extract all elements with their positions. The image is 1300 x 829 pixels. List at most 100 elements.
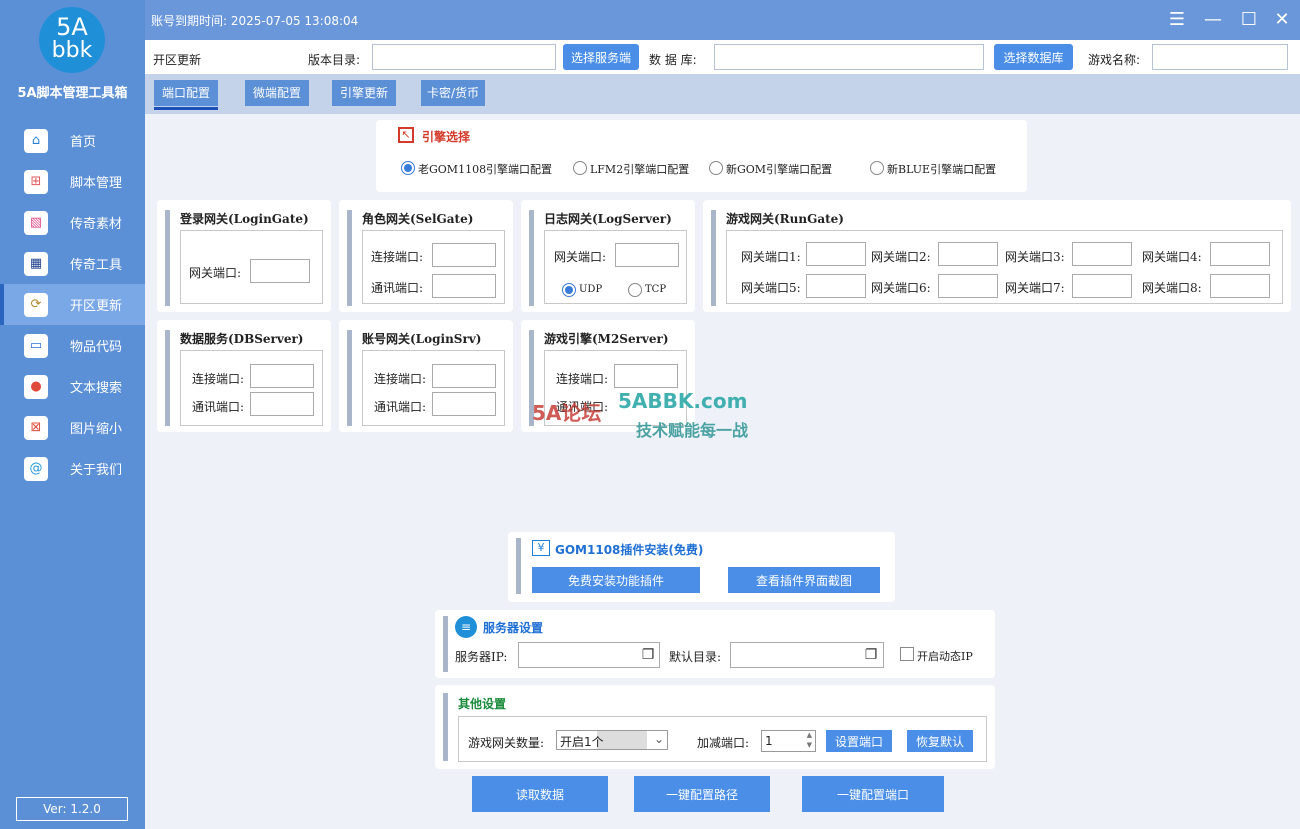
log-server-title: 日志网关(LogServer) bbox=[544, 212, 672, 226]
game-name-input[interactable] bbox=[1152, 44, 1288, 70]
login-gate-port-input[interactable] bbox=[250, 259, 310, 283]
sidebar-item-label: 脚本管理 bbox=[70, 176, 123, 191]
database-input[interactable] bbox=[714, 44, 984, 70]
sel-gate-connect-input[interactable] bbox=[432, 243, 496, 267]
watermark-site: 5ABBK.com bbox=[618, 389, 748, 413]
connect-port-label: 连接端口: bbox=[374, 372, 427, 386]
sidebar-item-image-shrink[interactable]: ⊠ 图片缩小 bbox=[0, 407, 145, 448]
monitor-icon: ▭ bbox=[24, 333, 48, 358]
server-ip-input[interactable] bbox=[518, 642, 660, 668]
logo-text-top: 5A bbox=[56, 13, 88, 41]
copy-icon[interactable]: ❐ bbox=[863, 647, 879, 663]
restore-default-button[interactable]: 恢复默认 bbox=[907, 730, 973, 752]
version-dir-input[interactable] bbox=[372, 44, 556, 70]
engine-option-label: 新GOM引擎端口配置 bbox=[726, 163, 833, 176]
search-icon: ● bbox=[24, 374, 48, 399]
run-gate-port-label-1: 网关端口1: bbox=[741, 250, 801, 264]
title-bar: 账号到期时间: 2025-07-05 13:08:04 ☰ — ☐ ✕ bbox=[145, 0, 1300, 40]
udp-label: UDP bbox=[579, 284, 603, 295]
udp-radio[interactable] bbox=[562, 283, 576, 297]
run-gate-title: 游戏网关(RunGate) bbox=[726, 212, 844, 226]
section-label: 开区更新 bbox=[153, 53, 202, 67]
db-server-connect-input[interactable] bbox=[250, 364, 314, 388]
tcp-label: TCP bbox=[645, 284, 667, 295]
engine-select-card: ↖ 引擎选择 老GOM1108引擎端口配置 LFM2引擎端口配置 新GOM引擎端… bbox=[376, 120, 1027, 192]
db-server-card: 数据服务(DBServer) 连接端口: 通讯端口: bbox=[157, 320, 331, 432]
set-port-button[interactable]: 设置端口 bbox=[826, 730, 892, 752]
sidebar-item-scripts[interactable]: ⊞ 脚本管理 bbox=[0, 161, 145, 202]
run-gate-box: 网关端口1: 网关端口2: 网关端口3: 网关端口4: 网关端口5: 网关端口6… bbox=[726, 230, 1283, 304]
log-server-box: 网关端口: UDP TCP bbox=[544, 230, 687, 304]
tab-microclient-config[interactable]: 微端配置 bbox=[245, 80, 309, 106]
gate-count-value: 开启1个 bbox=[560, 735, 604, 749]
log-server-port-input[interactable] bbox=[615, 243, 679, 267]
engine-option-label: LFM2引擎端口配置 bbox=[590, 163, 690, 176]
run-gate-port-8-input[interactable] bbox=[1210, 274, 1270, 298]
db-server-comm-input[interactable] bbox=[250, 392, 314, 416]
engine-select-icon: ↖ bbox=[398, 127, 414, 143]
dynamic-ip-checkbox[interactable] bbox=[900, 647, 914, 661]
read-data-button[interactable]: 读取数据 bbox=[472, 776, 608, 812]
run-gate-port-label-5: 网关端口5: bbox=[741, 281, 801, 295]
other-settings-card: 其他设置 游戏网关数量: 开启1个 ⌄ 加减端口: 1 ▲ ▼ 设置端口 恢复默… bbox=[435, 685, 995, 769]
engine-radio-new-blue[interactable] bbox=[870, 161, 884, 175]
engine-radio-gom1108[interactable] bbox=[401, 161, 415, 175]
sidebar-item-tools[interactable]: ▦ 传奇工具 bbox=[0, 243, 145, 284]
tcp-radio[interactable] bbox=[628, 283, 642, 297]
sidebar-item-label: 关于我们 bbox=[70, 463, 123, 478]
watermark: 5A论坛 5ABBK.com 技术赋能每一战 bbox=[530, 385, 780, 445]
engine-radio-new-gom[interactable] bbox=[709, 161, 723, 175]
card-accent-bar bbox=[347, 330, 352, 426]
copy-icon[interactable]: ❐ bbox=[640, 647, 656, 663]
run-gate-port-6-input[interactable] bbox=[938, 274, 998, 298]
server-settings-title: 服务器设置 bbox=[483, 621, 544, 635]
tab-engine-update[interactable]: 引擎更新 bbox=[332, 80, 396, 106]
sidebar-item-home[interactable]: ⌂ 首页 bbox=[0, 120, 145, 161]
sel-gate-comm-input[interactable] bbox=[432, 274, 496, 298]
login-srv-connect-input[interactable] bbox=[432, 364, 496, 388]
at-icon: @ bbox=[24, 456, 48, 481]
config-port-button[interactable]: 一键配置端口 bbox=[802, 776, 944, 812]
port-offset-spinner[interactable]: 1 ▲ ▼ bbox=[761, 730, 816, 752]
run-gate-port-4-input[interactable] bbox=[1210, 242, 1270, 266]
run-gate-port-label-3: 网关端口3: bbox=[1005, 250, 1065, 264]
run-gate-port-3-input[interactable] bbox=[1072, 242, 1132, 266]
sidebar-item-assets[interactable]: ▧ 传奇素材 bbox=[0, 202, 145, 243]
engine-radio-lfm2[interactable] bbox=[573, 161, 587, 175]
minimize-icon[interactable]: — bbox=[1201, 8, 1225, 32]
sidebar-item-about[interactable]: @ 关于我们 bbox=[0, 448, 145, 489]
run-gate-port-1-input[interactable] bbox=[806, 242, 866, 266]
close-icon[interactable]: ✕ bbox=[1270, 8, 1294, 32]
config-path-button[interactable]: 一键配置路径 bbox=[634, 776, 770, 812]
run-gate-port-5-input[interactable] bbox=[806, 274, 866, 298]
menu-icon[interactable]: ☰ bbox=[1165, 8, 1189, 32]
login-srv-comm-input[interactable] bbox=[432, 392, 496, 416]
card-accent-bar bbox=[165, 330, 170, 426]
home-icon: ⌂ bbox=[24, 128, 48, 153]
sidebar: 5A bbk 5A脚本管理工具箱 ⌂ 首页 ⊞ 脚本管理 ▧ 传奇素材 ▦ 传奇… bbox=[0, 0, 145, 829]
run-gate-port-label-4: 网关端口4: bbox=[1142, 250, 1202, 264]
run-gate-port-7-input[interactable] bbox=[1072, 274, 1132, 298]
script-icon: ⊞ bbox=[24, 169, 48, 194]
card-accent-bar bbox=[711, 210, 716, 306]
login-srv-box: 连接端口: 通讯端口: bbox=[362, 350, 505, 426]
sidebar-item-update[interactable]: ⟳ 开区更新 bbox=[0, 284, 145, 325]
default-dir-input[interactable] bbox=[730, 642, 884, 668]
spinner-down-icon[interactable]: ▼ bbox=[807, 741, 812, 749]
tab-card-currency[interactable]: 卡密/货币 bbox=[421, 80, 485, 106]
database-label: 数 据 库: bbox=[649, 53, 697, 67]
sidebar-item-item-codes[interactable]: ▭ 物品代码 bbox=[0, 325, 145, 366]
run-gate-port-2-input[interactable] bbox=[938, 242, 998, 266]
tab-port-config[interactable]: 端口配置 bbox=[154, 80, 218, 110]
gate-count-select[interactable]: 开启1个 ⌄ bbox=[556, 730, 668, 750]
gate-port-label: 网关端口: bbox=[189, 266, 242, 280]
spinner-up-icon[interactable]: ▲ bbox=[807, 731, 812, 739]
install-plugin-button[interactable]: 免费安装功能插件 bbox=[532, 567, 700, 593]
select-server-button[interactable]: 选择服务端 bbox=[563, 44, 639, 70]
sidebar-item-text-search[interactable]: ● 文本搜索 bbox=[0, 366, 145, 407]
port-offset-value: 1 bbox=[765, 734, 773, 748]
view-plugin-screenshot-button[interactable]: 查看插件界面截图 bbox=[728, 567, 880, 593]
maximize-icon[interactable]: ☐ bbox=[1237, 8, 1261, 32]
chevron-down-icon: ⌄ bbox=[653, 732, 664, 746]
select-database-button[interactable]: 选择数据库 bbox=[994, 44, 1073, 70]
